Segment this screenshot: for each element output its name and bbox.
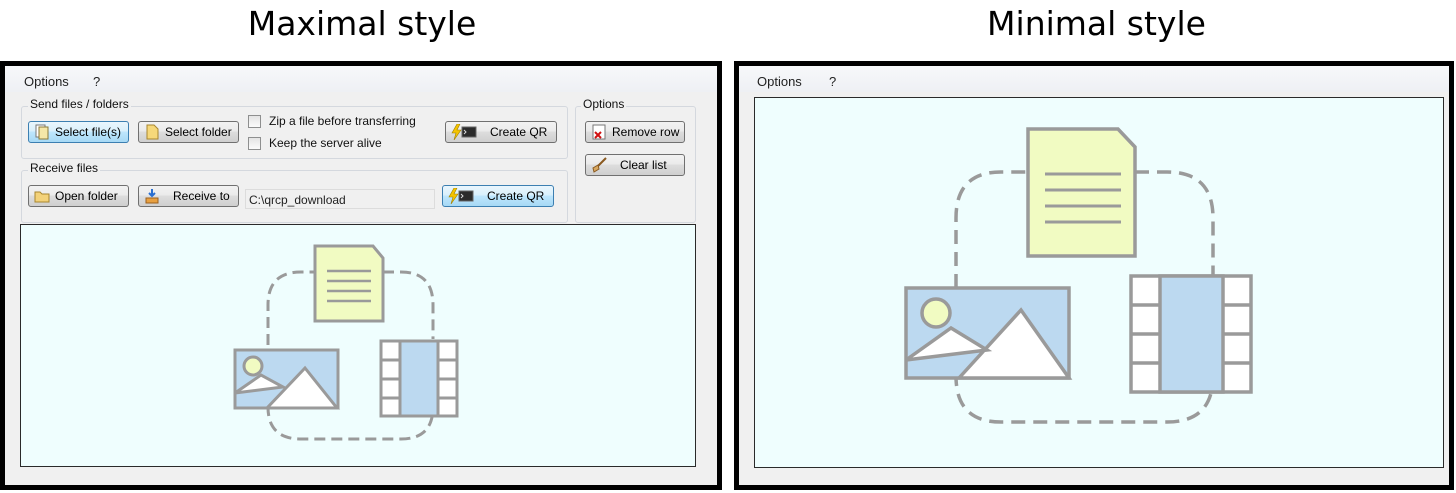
zip-checkbox[interactable]: Zip a file before transferring [248, 114, 416, 128]
folder-icon [34, 188, 50, 204]
menu-help[interactable]: ? [829, 74, 836, 89]
remove-row-button[interactable]: Remove row [585, 121, 685, 143]
keep-alive-checkbox[interactable]: Keep the server alive [248, 136, 382, 150]
zip-checkbox-label: Zip a file before transferring [269, 114, 416, 128]
remove-row-label: Remove row [612, 125, 680, 139]
file-drop-zone[interactable] [754, 97, 1444, 468]
send-create-qr-label: Create QR [490, 125, 548, 139]
clear-list-button[interactable]: Clear list [585, 154, 685, 176]
files-icon [34, 124, 50, 140]
download-icon [144, 188, 160, 204]
lightning-terminal-icon [448, 187, 474, 205]
zip-checkbox-box[interactable] [248, 114, 261, 128]
menu-bar: Options ? [5, 66, 717, 92]
select-files-button[interactable]: Select file(s) [28, 121, 129, 143]
receive-files-group-title: Receive files [28, 161, 101, 175]
options-group-title: Options [581, 97, 627, 111]
receive-to-label: Receive to [173, 189, 230, 203]
send-create-qr-button[interactable]: Create QR [445, 121, 557, 143]
broom-icon [591, 157, 607, 173]
file-drop-zone[interactable] [20, 224, 696, 467]
menu-options[interactable]: Options [24, 74, 69, 89]
send-files-group-title: Send files / folders [28, 97, 131, 111]
receive-create-qr-label: Create QR [487, 189, 545, 203]
drop-files-illustration [233, 244, 459, 441]
menu-help[interactable]: ? [93, 74, 100, 89]
lightning-terminal-icon [451, 123, 477, 141]
select-folder-label: Select folder [165, 125, 232, 139]
receive-path-field[interactable]: C:\qrcp_download [245, 189, 435, 209]
select-folder-button[interactable]: Select folder [138, 121, 239, 143]
heading-minimal-style: Minimal style [987, 4, 1206, 43]
keep-alive-checkbox-box[interactable] [248, 136, 261, 150]
select-files-label: Select file(s) [55, 125, 122, 139]
open-folder-button[interactable]: Open folder [28, 185, 129, 207]
menu-options[interactable]: Options [757, 74, 802, 89]
remove-row-icon [591, 124, 607, 140]
document-icon [144, 124, 160, 140]
clear-list-label: Clear list [620, 158, 667, 172]
window-minimal: Options ? [734, 61, 1454, 490]
open-folder-label: Open folder [55, 189, 118, 203]
heading-maximal-style: Maximal style [247, 4, 477, 43]
drop-files-illustration [904, 127, 1253, 424]
menu-bar: Options ? [739, 66, 1449, 92]
receive-create-qr-button[interactable]: Create QR [442, 185, 554, 207]
window-maximal: Options ? Send files / folders Select fi… [0, 61, 722, 490]
receive-to-button[interactable]: Receive to [138, 185, 239, 207]
keep-alive-checkbox-label: Keep the server alive [269, 136, 382, 150]
